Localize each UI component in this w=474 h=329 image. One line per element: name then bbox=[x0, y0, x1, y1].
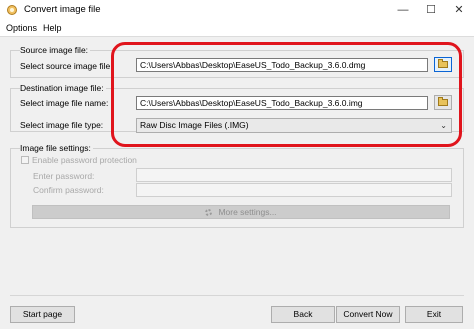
dialog-body: Source image file: Select source image f… bbox=[0, 36, 474, 329]
back-button[interactable]: Back bbox=[271, 306, 335, 323]
menu-help[interactable]: Help bbox=[43, 23, 62, 33]
source-field-label: Select source image file: bbox=[20, 61, 113, 71]
divider bbox=[10, 295, 464, 296]
image-type-value: Raw Disc Image Files (.IMG) bbox=[140, 120, 249, 130]
settings-group-label: Image file settings: bbox=[20, 143, 93, 153]
minimize-button[interactable]: — bbox=[390, 0, 416, 20]
more-settings-label: More settings... bbox=[218, 207, 277, 217]
chevron-down-icon: ⌄ bbox=[440, 121, 447, 130]
destination-group-label: Destination image file: bbox=[20, 83, 106, 93]
title-bar: Convert image file — ☐ ✕ bbox=[0, 0, 474, 20]
source-path-input[interactable]: C:\Users\Abbas\Desktop\EaseUS_Todo_Backu… bbox=[136, 58, 428, 72]
enter-password-label: Enter password: bbox=[33, 171, 95, 181]
confirm-password-label: Confirm password: bbox=[33, 185, 104, 195]
menu-bar: Options Help bbox=[0, 20, 474, 36]
window-title: Convert image file bbox=[24, 4, 101, 15]
password-checkbox[interactable] bbox=[21, 156, 29, 164]
confirm-password-input[interactable] bbox=[136, 183, 452, 197]
enter-password-input[interactable] bbox=[136, 168, 452, 182]
menu-options[interactable]: Options bbox=[6, 23, 37, 33]
app-icon bbox=[7, 5, 17, 15]
folder-icon bbox=[438, 59, 448, 68]
folder-icon bbox=[438, 97, 448, 106]
destination-name-label: Select image file name: bbox=[20, 98, 109, 108]
gear-icon bbox=[205, 209, 213, 216]
destination-type-label: Select image file type: bbox=[20, 120, 104, 130]
browse-destination-button[interactable] bbox=[434, 95, 452, 110]
more-settings-button[interactable]: More settings... bbox=[32, 205, 450, 219]
password-checkbox-label: Enable password protection bbox=[32, 155, 137, 165]
source-group-label: Source image file: bbox=[20, 45, 91, 55]
close-button[interactable]: ✕ bbox=[446, 0, 472, 20]
browse-source-button[interactable] bbox=[434, 57, 452, 72]
image-type-select[interactable]: Raw Disc Image Files (.IMG) ⌄ bbox=[136, 118, 452, 133]
exit-button[interactable]: Exit bbox=[405, 306, 463, 323]
destination-path-input[interactable]: C:\Users\Abbas\Desktop\EaseUS_Todo_Backu… bbox=[136, 96, 428, 110]
maximize-button[interactable]: ☐ bbox=[418, 0, 444, 20]
start-page-button[interactable]: Start page bbox=[10, 306, 75, 323]
convert-now-button[interactable]: Convert Now bbox=[336, 306, 400, 323]
